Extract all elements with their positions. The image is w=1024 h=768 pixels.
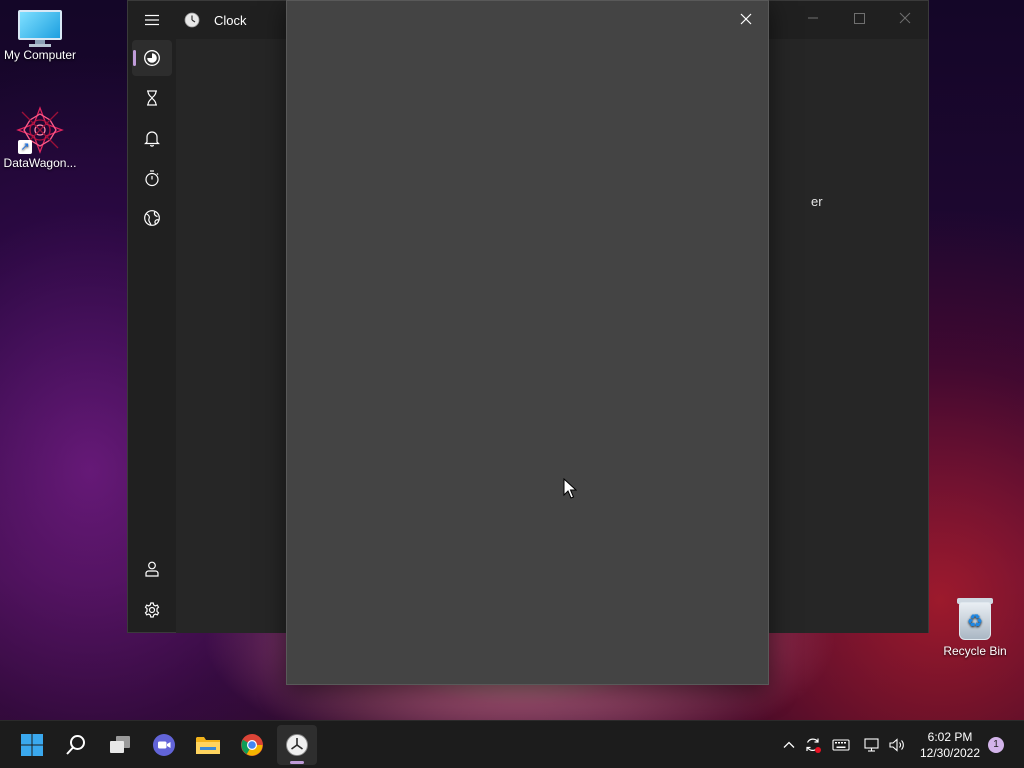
blank-dialog xyxy=(286,0,769,685)
nav-item-focus-sessions[interactable] xyxy=(132,40,172,76)
dialog-close-button[interactable] xyxy=(732,7,760,31)
hamburger-icon xyxy=(145,14,159,26)
desktop-icon-label: DataWagon... xyxy=(3,156,77,170)
maximize-button[interactable] xyxy=(839,5,879,33)
sync-icon xyxy=(806,738,821,753)
clock-app-icon xyxy=(184,12,200,28)
sync-status-button[interactable] xyxy=(802,733,824,757)
search-button[interactable] xyxy=(56,725,96,765)
chrome-icon xyxy=(241,734,263,756)
nav-item-world-clock[interactable] xyxy=(132,200,172,236)
navigation-rail xyxy=(128,39,176,633)
selection-indicator xyxy=(133,50,136,66)
desktop-icon-datawagon[interactable]: ↗ DataWagon... xyxy=(0,106,80,170)
windows-logo-icon xyxy=(21,734,43,756)
network-icon xyxy=(864,738,879,752)
clock-taskbar-button[interactable] xyxy=(277,725,317,765)
globe-icon xyxy=(144,210,160,226)
computer-icon xyxy=(18,10,62,47)
chevron-up-icon xyxy=(783,741,795,748)
focus-sessions-icon xyxy=(144,50,160,66)
nav-item-account[interactable] xyxy=(132,551,172,587)
folder-icon xyxy=(196,737,220,754)
notification-badge[interactable]: 1 xyxy=(988,737,1004,753)
minimize-icon xyxy=(808,17,818,19)
taskbar: 6:02 PM 12/30/2022 1 xyxy=(0,720,1024,768)
desktop-icon-label: Recycle Bin xyxy=(943,644,1007,658)
window-title: Clock xyxy=(214,13,247,28)
bell-icon xyxy=(144,131,160,147)
nav-item-stopwatch[interactable] xyxy=(132,160,172,196)
running-indicator xyxy=(290,761,304,764)
network-button[interactable] xyxy=(861,733,883,757)
file-explorer-button[interactable] xyxy=(188,725,228,765)
close-icon xyxy=(899,12,911,24)
nav-item-timer[interactable] xyxy=(132,80,172,116)
mouse-cursor-icon xyxy=(563,478,577,499)
search-icon xyxy=(66,735,85,755)
chrome-button[interactable] xyxy=(232,725,272,765)
close-window-button[interactable] xyxy=(885,5,925,33)
stopwatch-icon xyxy=(145,170,159,187)
volume-icon xyxy=(889,738,904,752)
desktop-icon-my-computer[interactable]: My Computer xyxy=(0,10,80,62)
hamburger-menu-button[interactable] xyxy=(140,9,164,31)
clock-date: 12/30/2022 xyxy=(919,746,981,760)
task-view-icon xyxy=(110,736,130,753)
nav-item-alarm[interactable] xyxy=(132,120,172,156)
shortcut-arrow-icon: ↗ xyxy=(18,140,32,154)
minimize-button[interactable] xyxy=(793,5,833,33)
partially-hidden-text: er xyxy=(811,194,823,209)
clock-app-icon xyxy=(286,734,308,756)
keyboard-icon xyxy=(832,739,850,751)
person-icon xyxy=(145,561,159,577)
volume-button[interactable] xyxy=(886,733,908,757)
clock-time: 6:02 PM xyxy=(927,730,973,744)
video-chat-icon xyxy=(153,734,175,756)
hourglass-icon xyxy=(147,90,157,106)
recycle-bin-icon: ♻ xyxy=(955,596,995,642)
nav-item-settings[interactable] xyxy=(132,592,172,628)
start-button[interactable] xyxy=(12,725,52,765)
datawagon-logo-icon: ↗ xyxy=(16,106,64,154)
show-hidden-icons-button[interactable] xyxy=(778,733,800,757)
taskbar-clock[interactable]: 6:02 PM 12/30/2022 xyxy=(914,729,986,761)
close-icon xyxy=(740,13,752,25)
input-indicator-button[interactable] xyxy=(830,733,852,757)
desktop-icon-recycle-bin[interactable]: ♻ Recycle Bin xyxy=(935,596,1015,658)
task-view-button[interactable] xyxy=(100,725,140,765)
desktop-icon-label: My Computer xyxy=(3,48,77,62)
gear-icon xyxy=(144,602,160,618)
maximize-icon xyxy=(854,13,865,24)
chat-button[interactable] xyxy=(144,725,184,765)
